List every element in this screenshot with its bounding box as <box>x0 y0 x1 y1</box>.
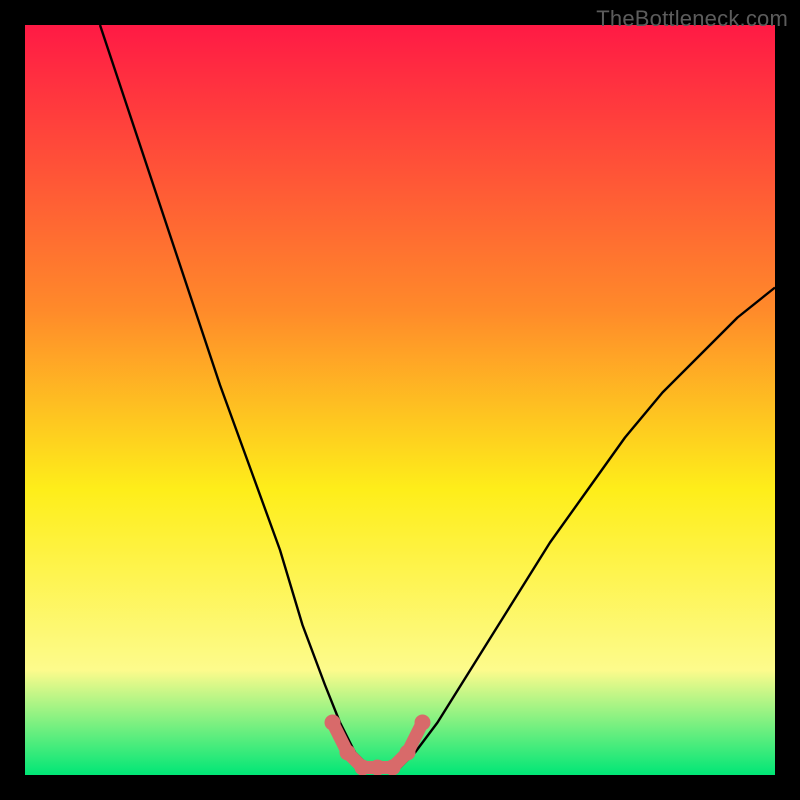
trough-point <box>355 760 371 776</box>
trough-point <box>340 745 356 761</box>
chart-frame: TheBottleneck.com <box>0 0 800 800</box>
trough-point <box>415 715 431 731</box>
trough-point <box>400 745 416 761</box>
plot-area <box>25 25 775 775</box>
trough-point <box>325 715 341 731</box>
chart-svg <box>25 25 775 775</box>
trough-point <box>385 760 401 776</box>
trough-point <box>370 760 386 776</box>
